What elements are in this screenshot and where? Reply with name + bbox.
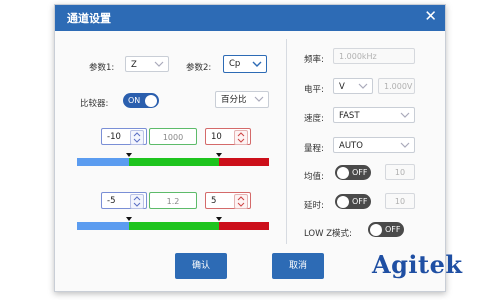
chevron-down-icon bbox=[252, 61, 262, 67]
param2-select[interactable]: Cp bbox=[223, 55, 267, 73]
level-label: 电平: bbox=[304, 85, 324, 95]
stepper-arrows-icon bbox=[130, 130, 144, 145]
stepper-arrows-icon bbox=[130, 194, 144, 209]
channel-settings-dialog: 通道设置 ✕ 参数1: Z 参数2: Cp 比较器: ON 百分比 -10 10… bbox=[54, 4, 446, 292]
column-divider bbox=[286, 39, 287, 244]
range-select[interactable]: AUTO bbox=[333, 137, 415, 153]
comparator-mode-value: 百分比 bbox=[221, 95, 247, 105]
average-count-input[interactable]: 10 bbox=[385, 164, 415, 180]
upper-limit-1-value: 10 bbox=[211, 132, 222, 142]
lower-limit-1-stepper[interactable]: -10 bbox=[101, 128, 147, 145]
chevron-down-icon bbox=[358, 83, 368, 89]
param1-value: Z bbox=[131, 60, 137, 70]
stepper-arrows-icon bbox=[234, 130, 248, 145]
range-bar-pass-2 bbox=[129, 222, 219, 230]
delay-time-input[interactable]: 10 bbox=[385, 193, 415, 209]
range-bar-high-2 bbox=[219, 222, 269, 230]
range-marker-low-1 bbox=[126, 153, 132, 157]
toggle-knob bbox=[337, 166, 349, 179]
delay-label: 延时: bbox=[304, 201, 324, 211]
average-label: 均值: bbox=[304, 172, 324, 182]
comparator-state: ON bbox=[128, 96, 141, 105]
lowz-label: LOW Z模式: bbox=[304, 229, 352, 239]
level-unit-value: V bbox=[339, 82, 345, 92]
range-marker-low-2 bbox=[126, 217, 132, 221]
level-unit-select[interactable]: V bbox=[333, 78, 373, 94]
average-toggle[interactable]: OFF bbox=[335, 165, 371, 180]
nominal-2-field[interactable]: 1.2 bbox=[149, 192, 197, 209]
range-label: 量程: bbox=[304, 144, 324, 154]
range-marker-high-1 bbox=[216, 153, 222, 157]
cancel-button[interactable]: 取消 bbox=[272, 253, 324, 279]
range-bar-high-1 bbox=[219, 158, 269, 166]
param2-label: 参数2: bbox=[186, 63, 212, 73]
dialog-titlebar: 通道设置 ✕ bbox=[55, 5, 445, 31]
toggle-knob bbox=[337, 195, 349, 208]
range-bar-low-1 bbox=[77, 158, 129, 166]
comparator-toggle[interactable]: ON bbox=[123, 93, 159, 108]
chevron-down-icon bbox=[400, 142, 410, 148]
speed-select[interactable]: FAST bbox=[333, 107, 415, 123]
lowz-toggle[interactable]: OFF bbox=[368, 222, 404, 237]
lowz-state: OFF bbox=[385, 225, 401, 234]
frequency-label: 频率: bbox=[304, 55, 324, 65]
comparator-mode-select[interactable]: 百分比 bbox=[215, 91, 269, 108]
param2-value: Cp bbox=[229, 59, 241, 69]
nominal-1-field[interactable]: 1000 bbox=[149, 128, 197, 145]
stepper-arrows-icon bbox=[234, 194, 248, 209]
delay-state: OFF bbox=[352, 197, 368, 206]
upper-limit-2-stepper[interactable]: 5 bbox=[205, 192, 251, 209]
chevron-down-icon bbox=[400, 112, 410, 118]
confirm-button[interactable]: 确认 bbox=[175, 253, 227, 279]
lower-limit-2-value: -5 bbox=[107, 196, 116, 206]
agitek-logo: Agitek bbox=[372, 250, 463, 279]
upper-limit-2-value: 5 bbox=[211, 196, 217, 206]
range-value: AUTO bbox=[339, 141, 363, 151]
range-bar-low-2 bbox=[77, 222, 129, 230]
param1-label: 参数1: bbox=[89, 63, 115, 73]
param1-select[interactable]: Z bbox=[125, 56, 169, 72]
toggle-knob bbox=[370, 223, 382, 236]
lower-limit-2-stepper[interactable]: -5 bbox=[101, 192, 147, 209]
chevron-down-icon bbox=[154, 61, 164, 67]
range-bar-pass-1 bbox=[129, 158, 219, 166]
toggle-knob bbox=[145, 94, 157, 107]
comparator-label: 比较器: bbox=[80, 99, 109, 109]
speed-label: 速度: bbox=[304, 114, 324, 124]
level-value-input[interactable]: 1.000V bbox=[378, 78, 415, 94]
frequency-input[interactable]: 1.000kHz bbox=[333, 48, 415, 64]
lower-limit-1-value: -10 bbox=[107, 132, 121, 142]
dialog-title: 通道设置 bbox=[67, 12, 111, 25]
range-marker-high-2 bbox=[216, 217, 222, 221]
delay-toggle[interactable]: OFF bbox=[335, 194, 371, 209]
chevron-down-icon bbox=[254, 96, 264, 102]
speed-value: FAST bbox=[339, 111, 360, 121]
average-state: OFF bbox=[352, 168, 368, 177]
upper-limit-1-stepper[interactable]: 10 bbox=[205, 128, 251, 145]
close-icon[interactable]: ✕ bbox=[424, 7, 437, 25]
